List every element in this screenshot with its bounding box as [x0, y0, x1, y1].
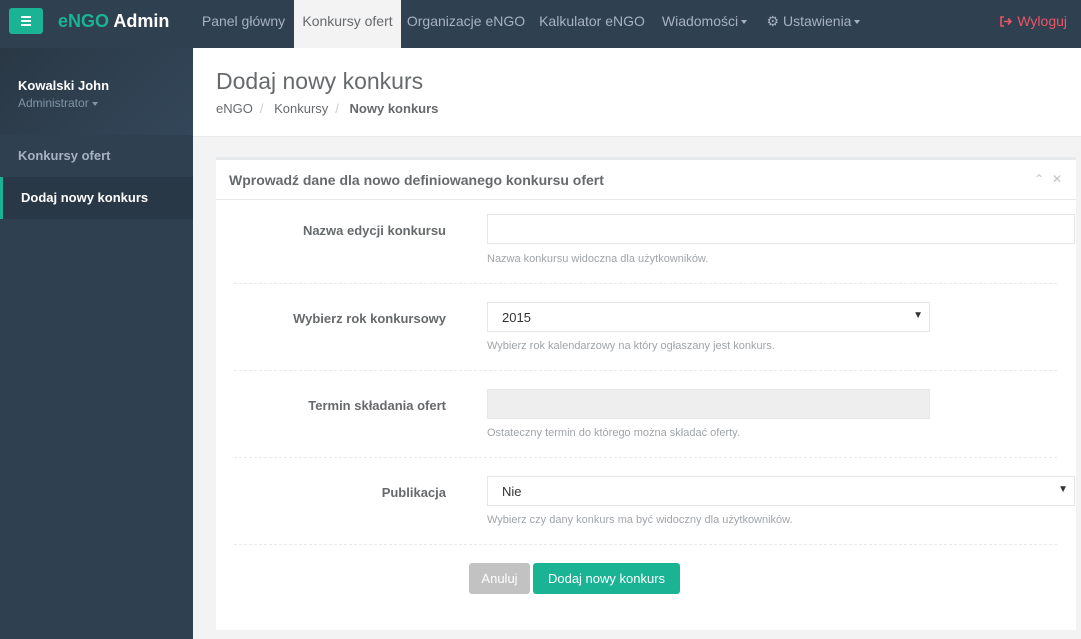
nav-konkursy-ofert[interactable]: Konkursy ofert — [294, 0, 401, 48]
year-select[interactable]: 2015 ▼ — [487, 302, 930, 332]
sidebar: Kowalski John Administrator Konkursy ofe… — [0, 48, 193, 639]
nav-organizacje-engo[interactable]: Organizacje eNGO — [401, 0, 531, 48]
help-text: Ostateczny termin do którego można skład… — [487, 427, 740, 439]
sidebar-item-konkursy-ofert[interactable]: Konkursy ofert — [0, 135, 193, 177]
page-header: Dodaj nowy konkurs eNGO / Konkursy / Nowy … — [193, 48, 1081, 137]
profile-name: Kowalski John — [18, 78, 110, 93]
field-label: Nazwa edycji konkursu — [302, 223, 446, 238]
caret-down-icon — [741, 20, 748, 25]
publication-select[interactable]: Nie ▼ — [487, 476, 1075, 506]
field-label: Wybierz rok konkursowy — [293, 311, 446, 326]
breadcrumb: eNGO / Konkursy / Nowy konkurs — [216, 101, 439, 116]
deadline-input[interactable] — [487, 389, 930, 419]
gear-icon: ⚙ — [766, 13, 780, 29]
menu-toggle-button[interactable] — [9, 8, 43, 34]
add-contest-button[interactable]: Dodaj nowy konkurs — [533, 563, 680, 594]
close-icon[interactable]: ✕ — [1052, 172, 1062, 186]
nav-panel-glowny[interactable]: Panel główny — [193, 0, 294, 48]
help-text: Wybierz rok kalendarzowy na który ogłasz… — [487, 340, 775, 352]
form-row: Nazwa edycji konkursu Nazwa konkursu wid… — [234, 202, 1075, 284]
profile-box: Kowalski John Administrator — [0, 48, 193, 135]
dropdown-arrow-icon: ▼ — [1058, 484, 1068, 495]
panel-title-bar: Wprowadź dane dla nowo definiowanego kon… — [216, 160, 1076, 200]
profile-role-dropdown[interactable]: Administrator — [18, 96, 98, 110]
form-panel: Wprowadź dane dla nowo definiowanego kon… — [216, 157, 1076, 630]
nav-kalkulator-engo[interactable]: Kalkulator eNGO — [531, 0, 653, 48]
nav-ustawienia-dropdown[interactable]: ⚙ Ustawienia — [756, 0, 871, 48]
chevron-up-icon[interactable]: ⌃ — [1034, 172, 1044, 186]
sidebar-item-dodaj-nowy-konkurs[interactable]: Dodaj nowy konkurs — [0, 177, 193, 219]
field-label: Termin składania ofert — [308, 398, 446, 413]
page-title: Dodaj nowy konkurs — [216, 68, 424, 94]
nav-wiadomosci-dropdown[interactable]: Wiadomości — [653, 0, 756, 48]
brand-logo[interactable]: eNGO Admin — [58, 11, 169, 32]
sign-out-icon — [1000, 16, 1013, 27]
caret-down-icon — [854, 20, 861, 25]
panel-title: Wprowadź dane dla nowo definiowanego kon… — [229, 172, 604, 188]
form-row: Termin składania ofert Ostateczny termin… — [234, 370, 1057, 458]
help-text: Nazwa konkursu widoczna dla użytkowników… — [487, 253, 709, 265]
help-text: Wybierz czy dany konkurs ma być widoczny… — [487, 514, 793, 526]
form-row: Wybierz rok konkursowy 2015 ▼ Wybierz rok… — [234, 283, 1057, 371]
dropdown-arrow-icon: ▼ — [913, 310, 923, 321]
breadcrumb-item[interactable]: eNGO — [216, 101, 253, 116]
logout-link[interactable]: Wyloguj — [1000, 0, 1067, 43]
contest-name-input[interactable] — [487, 214, 1075, 244]
form-row: Publikacja Nie ▼ Wybierz czy dany konkurs… — [234, 457, 1075, 545]
caret-down-icon — [91, 101, 98, 106]
breadcrumb-current: Nowy konkurs — [349, 101, 439, 116]
top-navbar: eNGO Admin Panel główny Konkursy ofert O… — [0, 0, 1081, 48]
field-label: Publikacja — [381, 485, 446, 500]
breadcrumb-item[interactable]: Konkursy — [274, 101, 328, 116]
cancel-button[interactable]: Anuluj — [469, 563, 530, 594]
